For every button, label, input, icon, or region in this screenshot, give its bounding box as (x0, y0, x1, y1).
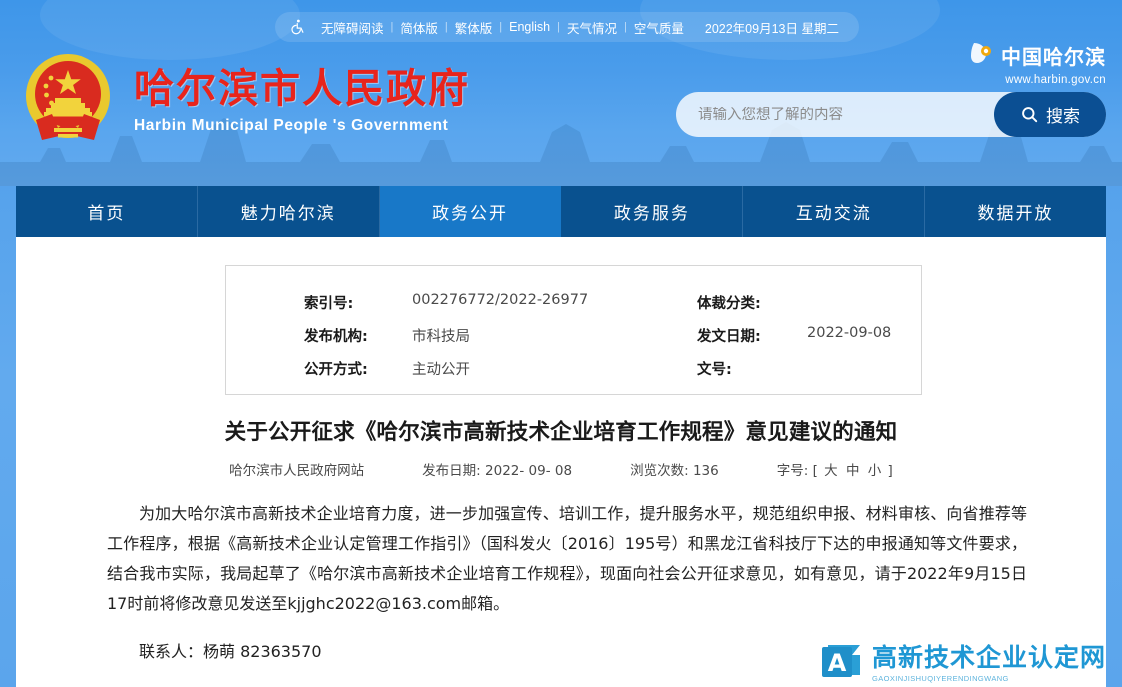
harbin-gov-logo-text: 中国哈尔滨 (1001, 45, 1106, 69)
fontsize-small[interactable]: 小 (866, 463, 884, 479)
document-publish-date: 发布日期: 2022- 09- 08 (422, 459, 572, 479)
watermark-text-cn: 高新技术企业认定网 (871, 643, 1106, 673)
fontsize-switcher: 字号: [ 大 中 小 ] (777, 459, 893, 479)
brand: 哈尔滨市人民政府 Harbin Municipal People 's Gove… (18, 48, 470, 148)
nav-item-charm[interactable]: 魅力哈尔滨 (198, 186, 380, 237)
national-emblem-icon (26, 54, 110, 140)
document-meta-box: 索引号: 002276772/2022-26977 体裁分类: 发布机构: 市科… (225, 265, 922, 395)
views-label: 浏览次数: (630, 463, 689, 479)
svg-text:A: A (828, 649, 847, 677)
search-icon (1022, 107, 1038, 123)
utility-link-air-quality[interactable]: 空气质量 (627, 18, 691, 37)
wheelchair-icon (289, 18, 307, 36)
publish-date-value: 2022- 09- 08 (485, 463, 573, 479)
fontsize-large[interactable]: 大 (822, 463, 840, 479)
document-source: 哈尔滨市人民政府网站 (229, 463, 365, 479)
views-value: 136 (692, 463, 719, 479)
letter-a-badge-icon: A (821, 645, 860, 677)
publish-date-label: 发布日期: (422, 463, 481, 479)
document-meta-grid: 索引号: 002276772/2022-26977 体裁分类: 发布机构: 市科… (304, 292, 891, 379)
nav-item-interaction[interactable]: 互动交流 (743, 186, 926, 237)
fontsize-close: ] (887, 463, 893, 479)
meta-label-issue-date: 发文日期: (697, 329, 761, 345)
search-box: 搜索 (676, 92, 1106, 137)
nav-item-home[interactable]: 首页 (16, 186, 198, 237)
meta-value-doc-no (807, 358, 891, 379)
meta-label-index-no: 索引号: (304, 296, 354, 312)
nav-item-gov-service[interactable]: 政务服务 (561, 186, 744, 237)
meta-label-disclosure: 公开方式: (304, 362, 368, 378)
meta-value-issue-date: 2022-09-08 (807, 325, 892, 341)
meta-value-agency: 市科技局 (412, 329, 470, 345)
utility-link-simplified[interactable]: 简体版 (393, 18, 445, 37)
nav-item-gov-affairs[interactable]: 政务公开 (379, 186, 562, 237)
document-paragraph: 为加大哈尔滨市高新技术企业培育力度，进一步加强宣传、培训工作，提升服务水平，规范… (107, 504, 1027, 613)
utility-link-weather[interactable]: 天气情况 (560, 18, 624, 37)
harbin-gov-logo[interactable]: 中国哈尔滨 www.harbin.gov.cn (969, 40, 1106, 86)
fontsize-open: [ (812, 463, 818, 479)
document-submeta: 哈尔滨市人民政府网站 发布日期: 2022- 09- 08 浏览次数: 136 … (16, 459, 1106, 479)
meta-label-genre: 体裁分类: (697, 296, 761, 312)
meta-value-index-no: 002276772/2022-26977 (412, 292, 589, 308)
harbin-gov-url: www.harbin.gov.cn (1005, 74, 1106, 86)
site-title-en: Harbin Municipal People 's Government (134, 116, 449, 134)
utility-link-english[interactable]: English (502, 20, 557, 34)
watermark-logo: A 高新技术企业认定网 GAOXINJISHUQIYERENDINGWANG (818, 641, 1106, 687)
document-views: 浏览次数: 136 (630, 459, 719, 479)
search-button[interactable]: 搜索 (994, 92, 1106, 137)
site-header: 无障碍阅读 | 简体版 | 繁体版 | English | 天气情况 | 空气质… (0, 0, 1122, 186)
meta-value-genre (807, 292, 891, 313)
utility-link-accessibility[interactable]: 无障碍阅读 (314, 18, 391, 37)
search-button-label: 搜索 (1046, 107, 1080, 127)
meta-label-doc-no: 文号: (697, 362, 732, 378)
utility-link-traditional[interactable]: 繁体版 (448, 18, 500, 37)
harbin-gov-mark-icon (969, 40, 995, 71)
fontsize-medium[interactable]: 中 (844, 463, 862, 479)
watermark-text-pinyin: GAOXINJISHUQIYERENDINGWANG (871, 673, 1009, 683)
fontsize-label: 字号: (776, 463, 809, 479)
meta-label-agency: 发布机构: (304, 329, 368, 345)
main-navigation: 首页 魅力哈尔滨 政务公开 政务服务 互动交流 数据开放 (16, 186, 1106, 237)
search-input[interactable] (676, 106, 994, 123)
nav-item-open-data[interactable]: 数据开放 (925, 186, 1106, 237)
page-title: 关于公开征求《哈尔滨市高新技术企业培育工作规程》意见建议的通知 (224, 420, 898, 445)
utility-bar: 无障碍阅读 | 简体版 | 繁体版 | English | 天气情况 | 空气质… (275, 12, 859, 42)
site-title-cn: 哈尔滨市人民政府 (134, 65, 470, 112)
current-date: 2022年09月13日 星期二 (704, 21, 839, 36)
main-content: 索引号: 002276772/2022-26977 体裁分类: 发布机构: 市科… (16, 237, 1106, 687)
meta-value-disclosure: 主动公开 (412, 362, 470, 378)
